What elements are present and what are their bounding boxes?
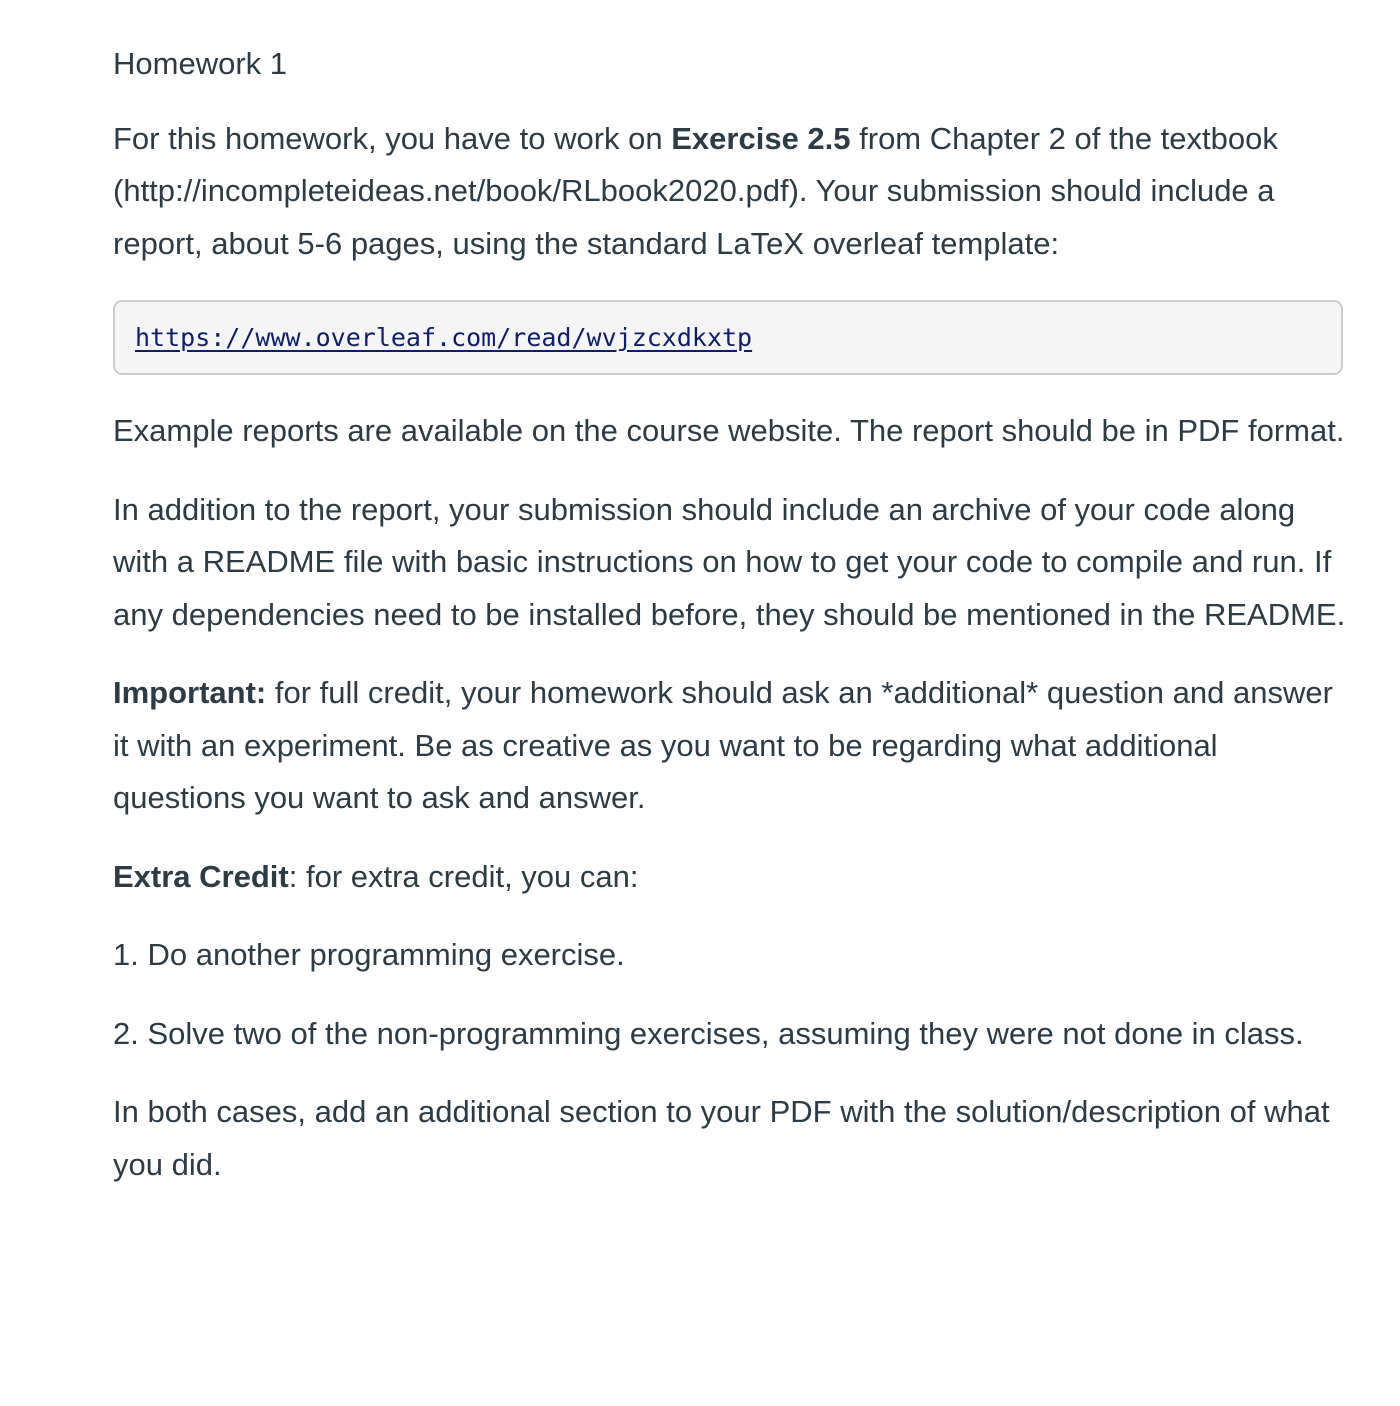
overleaf-template-link[interactable]: https://www.overleaf.com/read/wvjzcxdkxt… — [135, 323, 752, 352]
examples-paragraph: Example reports are available on the cou… — [113, 413, 1345, 448]
important-text: for full credit, your homework should as… — [113, 675, 1333, 815]
intro-paragraph: For this homework, you have to work on E… — [113, 113, 1348, 271]
extra-credit-text: : for extra credit, you can: — [288, 858, 639, 894]
extra-credit-label: Extra Credit — [113, 858, 289, 894]
important-paragraph: Important: for full credit, your homewor… — [113, 667, 1348, 825]
page-title: Homework 1 — [113, 46, 287, 81]
template-code-block: https://www.overleaf.com/read/wvjzcxdkxt… — [113, 300, 1343, 375]
assignment-description: Homework 1 For this homework, you have t… — [113, 38, 1348, 1191]
list-item: 2. Solve two of the non-programming exer… — [113, 1015, 1304, 1051]
exercise-reference: Exercise 2.5 — [671, 120, 851, 156]
extra-credit-paragraph: Extra Credit: for extra credit, you can: — [113, 851, 1348, 904]
code-submission-paragraph: In addition to the report, your submissi… — [113, 491, 1346, 632]
important-label: Important: — [113, 675, 267, 710]
list-item: 1. Do another programming exercise. — [113, 937, 625, 972]
closing-paragraph: In both cases, add an additional section… — [113, 1094, 1330, 1182]
intro-text-start: For this homework, you have to work on — [113, 120, 672, 156]
